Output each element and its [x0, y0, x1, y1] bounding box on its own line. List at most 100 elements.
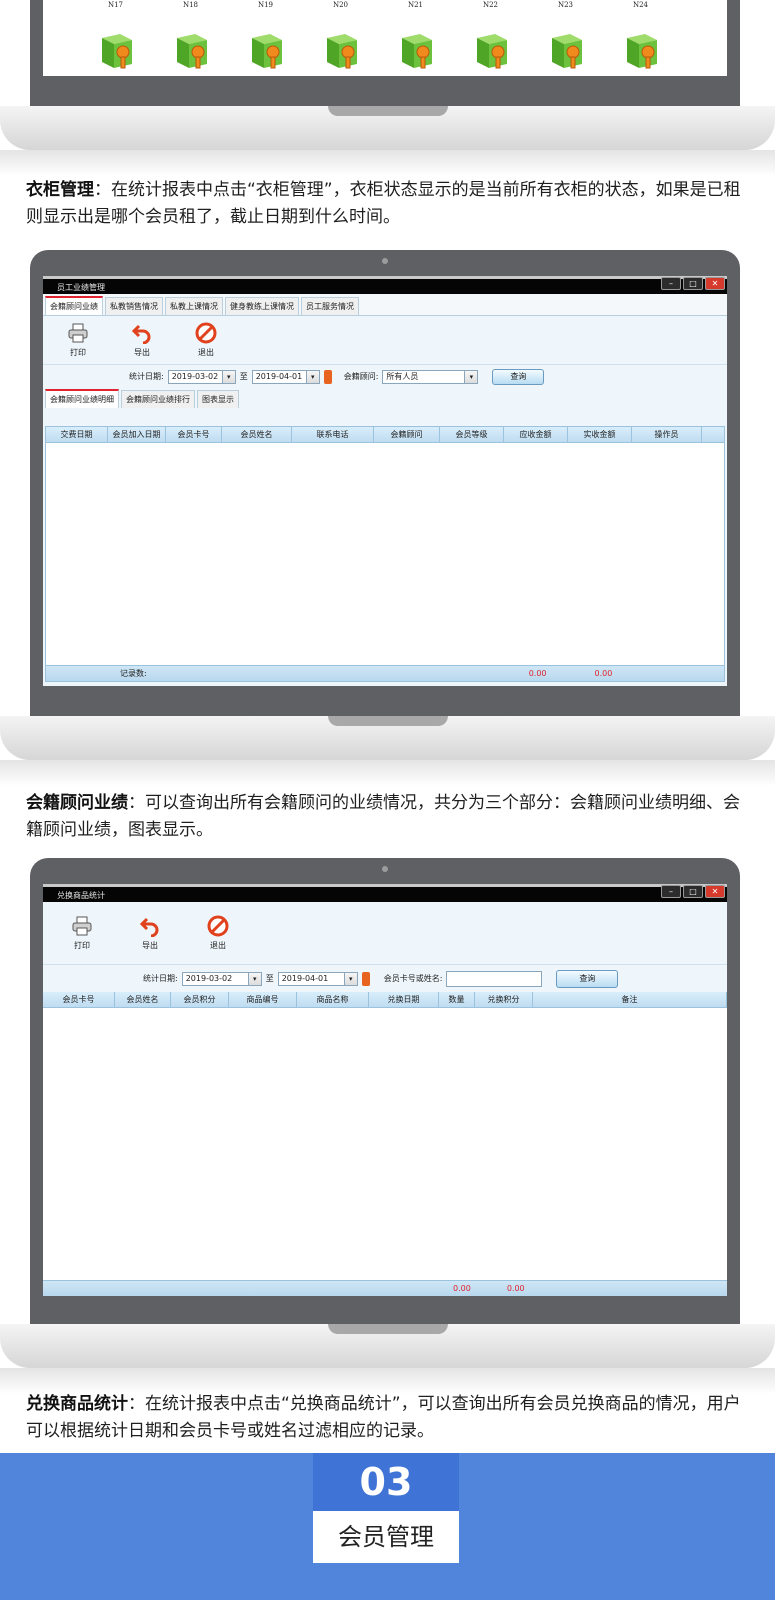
- locker-cell[interactable]: N22: [453, 0, 528, 70]
- column-header[interactable]: 商品名称: [297, 992, 369, 1007]
- locker-number: N23: [557, 1, 574, 9]
- export-button[interactable]: 导出: [123, 322, 161, 358]
- tab-item[interactable]: 私教上课情况: [165, 297, 223, 315]
- chevron-down-icon[interactable]: ▾: [464, 370, 478, 383]
- maximize-button[interactable]: □: [683, 885, 703, 898]
- quantity-total: 0.00: [453, 1284, 471, 1293]
- grid-body[interactable]: [43, 1008, 727, 1280]
- locker-cell[interactable]: N20: [303, 0, 378, 70]
- filter-bar: 统计日期: 2019-03-02 ▾ 至 2019-04-01 ▾ 会员卡号或姓名:…: [43, 964, 727, 992]
- column-header[interactable]: 商品编号: [229, 992, 297, 1007]
- print-button[interactable]: 打印: [63, 915, 101, 951]
- column-header[interactable]: 会员加入日期: [108, 427, 166, 442]
- column-header[interactable]: 会员姓名: [115, 992, 171, 1007]
- date-from-picker[interactable]: 2019-03-02 ▾: [181, 971, 262, 986]
- column-header[interactable]: 备注: [533, 992, 727, 1007]
- tab-item[interactable]: 私教销售情况: [105, 297, 163, 315]
- subtab-item[interactable]: 会籍顾问业绩明细: [45, 389, 119, 408]
- subtab-item[interactable]: 图表显示: [197, 390, 239, 408]
- grid-header: 会员卡号 会员姓名 会员积分 商品编号 商品名称 兑换日期 数量 兑换积分 备注: [43, 992, 727, 1008]
- date-to-picker[interactable]: 2019-04-01 ▾: [277, 971, 358, 986]
- column-header[interactable]: 实收金额: [568, 427, 632, 442]
- toolbar: 打印 导出 退出: [43, 902, 727, 964]
- member-search-input[interactable]: [446, 970, 543, 987]
- close-button[interactable]: ✕: [705, 277, 725, 290]
- exit-label: 退出: [198, 348, 214, 357]
- column-header[interactable]: 会员卡号: [43, 992, 115, 1007]
- column-header[interactable]: 联系电话: [292, 427, 374, 442]
- column-header[interactable]: 数量: [439, 992, 475, 1007]
- advisor-description: 会籍顾问业绩：可以查询出所有会籍顾问的业绩情况，共分为三个部分：会籍顾问业绩明细…: [26, 790, 750, 844]
- exit-button[interactable]: 退出: [187, 322, 225, 358]
- chevron-down-icon[interactable]: ▾: [221, 370, 235, 383]
- minimize-button[interactable]: –: [661, 885, 681, 898]
- description-title: 兑换商品统计: [26, 1394, 128, 1414]
- date-to-picker[interactable]: 2019-04-01 ▾: [251, 369, 320, 384]
- locker-cell[interactable]: N19: [228, 0, 303, 70]
- stop-icon: [207, 915, 229, 937]
- grid-body[interactable]: [46, 443, 724, 665]
- locker-key-icon: [623, 30, 659, 70]
- locker-description: 衣柜管理：在统计报表中点击“衣柜管理”，衣柜状态显示的是当前所有衣柜的状态，如果…: [26, 177, 750, 231]
- column-header[interactable]: 会籍顾问: [374, 427, 440, 442]
- column-header[interactable]: 操作员: [632, 427, 702, 442]
- grid-footer: 0.00 0.00: [43, 1280, 727, 1296]
- date-range-button[interactable]: [323, 369, 332, 384]
- close-button[interactable]: ✕: [705, 885, 725, 898]
- date-from-picker[interactable]: 2019-03-02 ▾: [167, 369, 236, 384]
- exit-button[interactable]: 退出: [199, 915, 237, 951]
- print-button[interactable]: 打印: [59, 322, 97, 358]
- tab-item[interactable]: 健身教练上课情况: [225, 297, 299, 315]
- query-button[interactable]: 查询: [556, 969, 619, 988]
- locker-cell[interactable]: N17: [78, 0, 153, 70]
- locker-key-icon: [398, 30, 434, 70]
- column-header[interactable]: 应收金额: [504, 427, 568, 442]
- chevron-down-icon[interactable]: ▾: [247, 972, 261, 985]
- date-range-button[interactable]: [361, 971, 370, 986]
- export-button[interactable]: 导出: [131, 915, 169, 951]
- maximize-button[interactable]: □: [683, 277, 703, 290]
- column-header[interactable]: 会员积分: [171, 992, 229, 1007]
- record-count-label: 记录数:: [120, 669, 147, 678]
- locker-key-icon: [248, 30, 284, 70]
- locker-number: N21: [407, 1, 424, 9]
- locker-cell[interactable]: N18: [153, 0, 228, 70]
- column-header[interactable]: 兑换日期: [369, 992, 439, 1007]
- locker-key-icon: [98, 30, 134, 70]
- locker-key-icon: [323, 30, 359, 70]
- query-button[interactable]: 查询: [492, 368, 545, 385]
- column-header[interactable]: 会员卡号: [166, 427, 222, 442]
- camera-dot: [382, 258, 388, 264]
- advisor-select[interactable]: 所有人员 ▾: [382, 369, 479, 384]
- window-title-bar[interactable]: 员工业绩管理 – □ ✕: [43, 276, 727, 294]
- locker-screen: N17 N18 N19 N20 N21 N22 N23 N24: [43, 0, 727, 76]
- column-header[interactable]: 兑换积分: [475, 992, 533, 1007]
- description-text: ：可以查询出所有会籍顾问的业绩情况，共分为三个部分：会籍顾问业绩明细、会籍顾问业…: [26, 793, 740, 840]
- minimize-button[interactable]: –: [661, 277, 681, 290]
- received-total: 0.00: [594, 669, 613, 678]
- locker-cell[interactable]: N23: [528, 0, 603, 70]
- subtab-item[interactable]: 会籍顾问业绩排行: [121, 390, 195, 408]
- window-title: 员工业绩管理: [57, 283, 105, 292]
- column-header[interactable]: 交费日期: [46, 427, 108, 442]
- laptop-staff-performance: 员工业绩管理 – □ ✕ 会籍顾问业绩 私教销售情况 私教上课情况 健身教练上课情况员…: [0, 250, 775, 786]
- locker-number: N24: [632, 1, 649, 9]
- column-header[interactable]: 会员等级: [440, 427, 504, 442]
- staff-window: 员工业绩管理 – □ ✕ 会籍顾问业绩 私教销售情况 私教上课情况 健身教练上课情况员…: [43, 276, 727, 686]
- to-label: 至: [239, 372, 248, 381]
- tab-item[interactable]: 员工服务情况: [301, 297, 359, 315]
- description-title: 衣柜管理: [26, 180, 94, 200]
- exchange-description: 兑换商品统计：在统计报表中点击“兑换商品统计”，可以查询出所有会员兑换商品的情况…: [26, 1391, 750, 1445]
- main-tabs: 会籍顾问业绩 私教销售情况 私教上课情况 健身教练上课情况 员工服务情况: [43, 294, 727, 316]
- camera-dot: [382, 866, 388, 872]
- tab-item[interactable]: 会籍顾问业绩: [45, 296, 103, 315]
- locker-key-icon: [473, 30, 509, 70]
- chevron-down-icon[interactable]: ▾: [343, 972, 357, 985]
- section-number: 03: [313, 1453, 459, 1511]
- column-header[interactable]: 会员姓名: [222, 427, 292, 442]
- locker-cell[interactable]: N21: [378, 0, 453, 70]
- laptop-exchange-stats: 兑换商品统计 – □ ✕ 打印 导出 退出 统计日期: 2019-03-02 ▾…: [0, 858, 775, 1394]
- locker-cell[interactable]: N24: [603, 0, 678, 70]
- chevron-down-icon[interactable]: ▾: [305, 370, 319, 383]
- window-title-bar[interactable]: 兑换商品统计 – □ ✕: [43, 884, 727, 902]
